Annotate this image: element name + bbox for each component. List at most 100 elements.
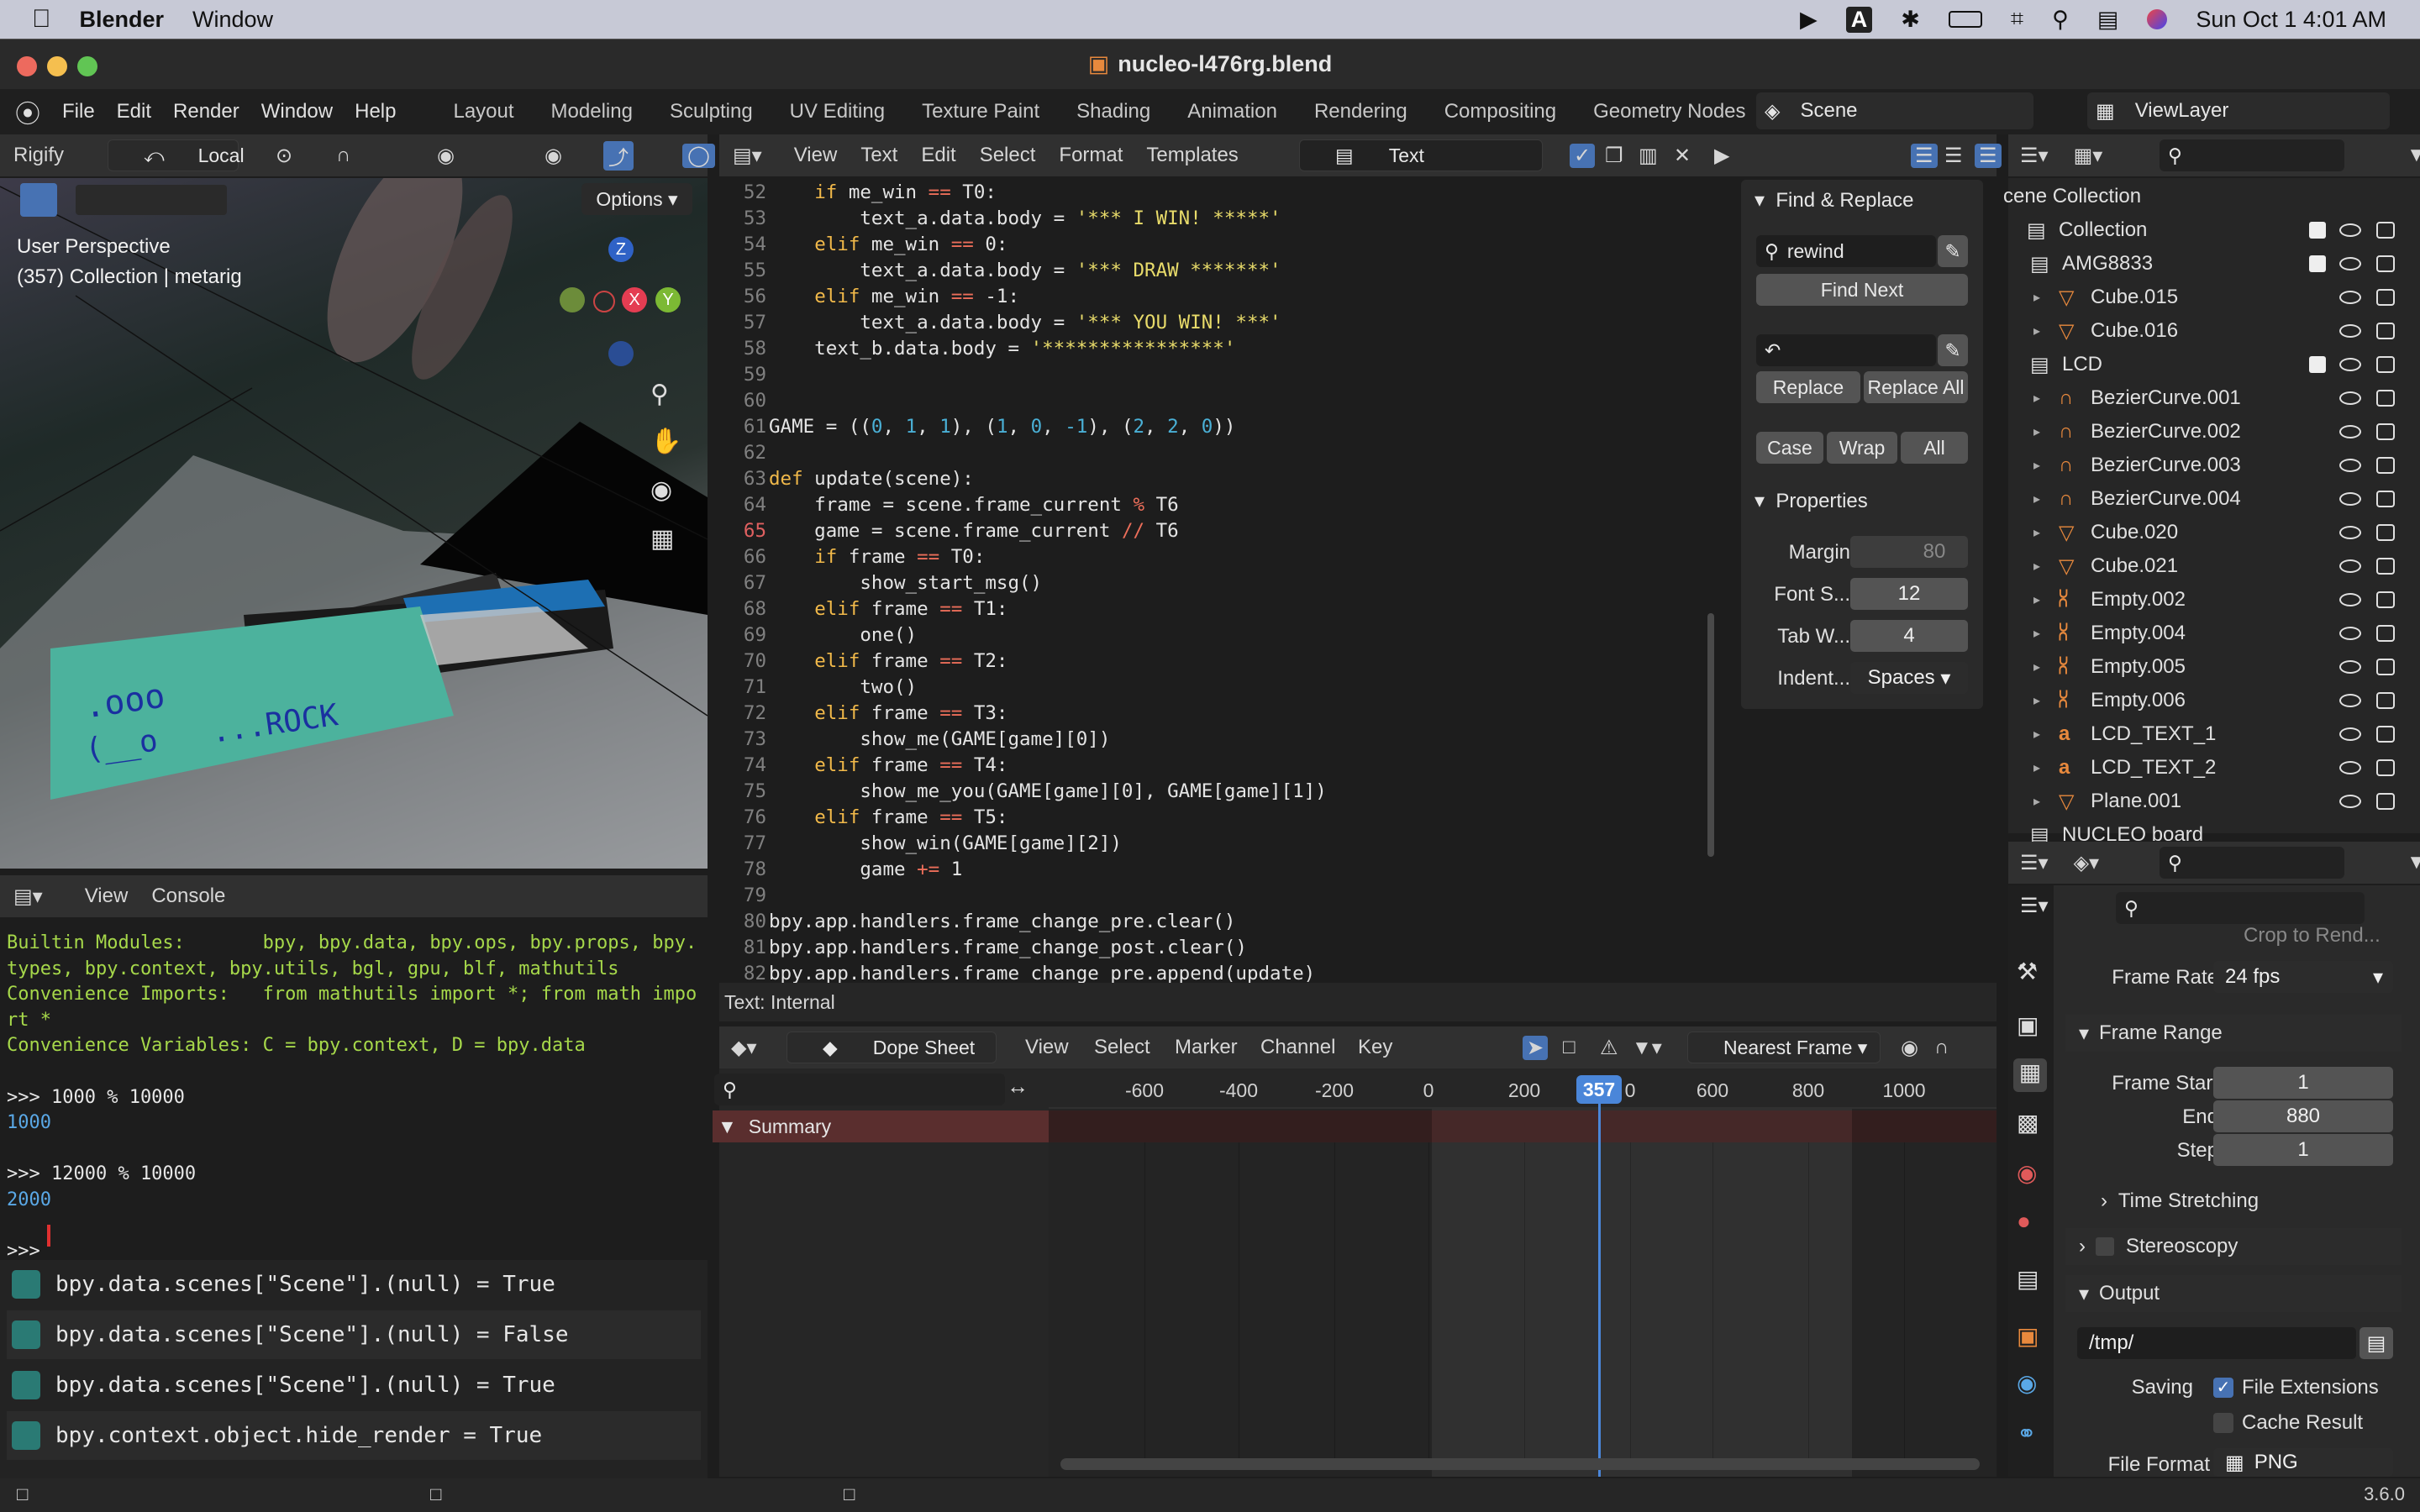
snap-dropdown[interactable]: Nearest Frame ▾ — [1687, 1032, 1881, 1063]
info-entry[interactable]: bpy.data.scenes["Scene"].(null) = True — [7, 1260, 701, 1309]
props-pin-icon[interactable]: ◈▾ — [2074, 851, 2100, 875]
text-menu-text[interactable]: Text — [860, 144, 897, 167]
world-tab-icon[interactable]: ● — [2017, 1208, 2031, 1235]
outliner-editor-icon[interactable]: ☰▾ — [2020, 144, 2049, 168]
visibility-eye-icon[interactable] — [2339, 660, 2361, 674]
zoom-window-button[interactable] — [77, 56, 97, 76]
summary-row[interactable]: ▼ Summary — [713, 1110, 1049, 1142]
tab-geometry-nodes[interactable]: Geometry Nodes — [1575, 89, 1764, 134]
channel-search[interactable]: ⚲ — [714, 1074, 1005, 1105]
cache-result-checkbox[interactable] — [2213, 1413, 2233, 1433]
visibility-eye-icon[interactable] — [2339, 559, 2361, 573]
apple-icon[interactable]:  — [32, 5, 51, 34]
tab-shading[interactable]: Shading — [1058, 89, 1169, 134]
text-datablock[interactable]: ▤ Text — [1299, 139, 1543, 171]
render-camera-icon[interactable] — [2376, 423, 2395, 440]
replace-all-button[interactable]: Replace All — [1864, 371, 1968, 403]
code-line[interactable]: elif frame == T3: — [769, 702, 1007, 724]
replace-eyedropper-button[interactable]: ✎ — [1938, 334, 1968, 366]
frame-end-field[interactable]: 880 — [2213, 1100, 2393, 1132]
neg-z-handle[interactable] — [608, 341, 634, 366]
scene-tab-icon[interactable]: ◉ — [2017, 1159, 2037, 1187]
render-camera-icon[interactable] — [2376, 558, 2395, 575]
wifi-icon[interactable]: ⌗ — [2011, 6, 2023, 33]
gizmo-toggle-icon[interactable]: ⤴ — [603, 140, 634, 171]
indent-dropdown[interactable]: Spaces ▾ — [1850, 662, 1968, 694]
expand-arrow-icon[interactable]: ▸ — [2033, 659, 2050, 675]
text-menu-templates[interactable]: Templates — [1146, 144, 1238, 167]
view-layer-tab-icon[interactable]: ▩ — [2017, 1109, 2039, 1137]
stereoscopy-header[interactable]: › Stereoscopy — [2065, 1228, 2402, 1265]
code-scrollbar[interactable] — [1707, 613, 1714, 857]
code-line[interactable]: elif frame == T2: — [769, 650, 1007, 672]
visibility-icon[interactable]: ◉ — [544, 144, 562, 168]
render-camera-icon[interactable] — [2376, 491, 2395, 507]
code-line[interactable]: if me_win == T0: — [769, 181, 997, 203]
ds-menu-select[interactable]: Select — [1094, 1036, 1150, 1059]
outliner-root[interactable]: cene Collection — [2003, 185, 2141, 208]
code-line[interactable]: show_me(GAME[game][0]) — [769, 728, 1110, 750]
blender-logo-icon[interactable]: ⦿ — [15, 93, 40, 130]
code-line[interactable]: bpy.app.handlers.frame_change_pre.clear(… — [769, 911, 1235, 932]
render-camera-icon[interactable] — [2376, 524, 2395, 541]
constraint-tab-icon[interactable]: ⚭ — [2017, 1420, 2036, 1447]
menu-help[interactable]: Help — [355, 100, 396, 123]
render-camera-icon[interactable] — [2376, 759, 2395, 776]
render-camera-icon[interactable] — [2376, 793, 2395, 810]
menu-file[interactable]: File — [62, 100, 95, 123]
visibility-eye-icon[interactable] — [2339, 425, 2361, 438]
dopesheet-hscrollbar[interactable] — [1060, 1458, 1980, 1470]
grid-icon[interactable]: ▦ — [650, 524, 674, 554]
pivot-icon[interactable]: ⊙ — [276, 144, 292, 168]
find-next-button[interactable]: Find Next — [1756, 274, 1968, 306]
tab-compositing[interactable]: Compositing — [1426, 89, 1575, 134]
exclude-checkbox[interactable] — [2309, 222, 2326, 239]
input-source-icon[interactable]: A — [1845, 6, 1873, 33]
code-line[interactable]: text_b.data.body = '****************' — [769, 338, 1235, 360]
window-menu[interactable]: Window — [192, 7, 273, 33]
channel-width-icon[interactable]: ↔ — [1007, 1074, 1028, 1100]
output-tab-icon[interactable]: ▦ — [2013, 1058, 2047, 1092]
file-extensions-checkbox[interactable]: ✓ — [2213, 1378, 2233, 1398]
filter-icon[interactable]: ▼ — [2407, 144, 2420, 167]
z-axis-handle[interactable]: Z — [608, 237, 634, 262]
code-line[interactable]: def update(scene): — [769, 468, 974, 490]
code-line[interactable]: text_a.data.body = '*** I WIN! *****' — [769, 207, 1281, 229]
camera-icon[interactable]: ◉ — [650, 475, 672, 505]
render-camera-icon[interactable] — [2376, 625, 2395, 642]
visibility-eye-icon[interactable] — [2339, 694, 2361, 707]
search-icon[interactable]: ⚲ — [2052, 7, 2069, 33]
expand-arrow-icon[interactable]: ▸ — [2033, 423, 2050, 440]
text-menu-view[interactable]: View — [794, 144, 838, 167]
match-case-button[interactable]: Case — [1756, 432, 1823, 464]
new-text-icon[interactable]: ❐ — [1605, 144, 1623, 168]
pan-hand-icon[interactable]: ✋ — [650, 427, 681, 456]
console-menu-view[interactable]: View — [85, 885, 129, 908]
render-camera-icon[interactable] — [2376, 390, 2395, 407]
y-axis-handle[interactable]: Y — [655, 287, 681, 312]
play-icon[interactable]: ▶ — [1800, 7, 1818, 33]
run-script-icon[interactable]: ▶ — [1714, 144, 1729, 168]
code-line[interactable]: bpy.app.handlers.frame_change_pre.append… — [769, 963, 1315, 984]
x-axis-handle[interactable]: X — [622, 287, 647, 312]
visibility-eye-icon[interactable] — [2339, 257, 2361, 270]
neg-x-handle[interactable] — [593, 291, 615, 312]
collection-tab-icon[interactable]: ▤ — [2017, 1265, 2039, 1293]
bluetooth-icon[interactable]: ✱ — [1901, 7, 1920, 33]
render-camera-icon[interactable] — [2376, 692, 2395, 709]
code-line[interactable]: if frame == T0: — [769, 546, 985, 568]
visibility-eye-icon[interactable] — [2339, 358, 2361, 371]
render-camera-icon[interactable] — [2376, 591, 2395, 608]
visibility-eye-icon[interactable] — [2339, 627, 2361, 640]
ds-menu-key[interactable]: Key — [1358, 1036, 1392, 1059]
code-line[interactable]: text_a.data.body = '*** DRAW *******' — [769, 260, 1281, 281]
zoom-icon[interactable]: ⚲ — [650, 380, 669, 409]
control-center-icon[interactable]: ▤ — [2097, 7, 2119, 33]
render-camera-icon[interactable] — [2376, 659, 2395, 675]
code-line[interactable]: game = scene.frame_current // T6 — [769, 520, 1179, 542]
find-input[interactable]: ⚲ rewind — [1756, 235, 1936, 267]
3d-viewport[interactable]: .ooo (__o ...ROCK User Perspective (357)… — [0, 178, 708, 869]
properties-header[interactable]: ▾ Properties — [1754, 489, 1868, 513]
visibility-eye-icon[interactable] — [2339, 459, 2361, 472]
frame-rate-dropdown[interactable]: 24 fps ▾ — [2213, 961, 2393, 993]
